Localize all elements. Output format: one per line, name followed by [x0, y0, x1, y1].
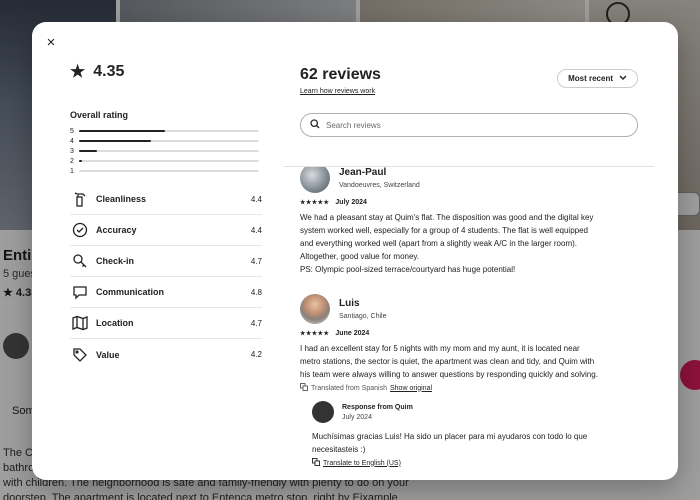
reviewer-location: Santiago, Chile — [339, 313, 387, 320]
overall-score: ★ 4.35 — [70, 62, 262, 82]
chevron-down-icon — [619, 74, 627, 83]
rating-bar-track — [79, 140, 259, 142]
spray-bottle-icon — [70, 189, 90, 209]
rating-distribution: 5 4 3 2 1 — [70, 126, 262, 176]
rating-bar-row: 5 — [70, 126, 262, 136]
reviewer-name: Luis — [339, 298, 360, 309]
reviews-modal: × ★ 4.35 Overall rating 5 4 3 2 1 Cleanlines… — [32, 22, 678, 480]
category-check-in: Check-in 4.7 — [70, 246, 262, 277]
translate-to-english-link[interactable]: Translate to English (US) — [323, 460, 401, 467]
category-label: Value — [96, 349, 120, 360]
category-value: 4.7 — [250, 256, 262, 266]
rating-bar-track — [79, 170, 259, 172]
rating-bar-row: 2 — [70, 156, 262, 166]
category-label: Communication — [96, 287, 165, 297]
reviewer-avatar[interactable] — [300, 167, 330, 193]
rating-bar-row: 4 — [70, 136, 262, 146]
check-circle-icon — [70, 220, 90, 240]
category-value: 4.7 — [250, 318, 262, 328]
review-text: We had a pleasant stay at Quim's flat. T… — [300, 213, 594, 274]
response-translate: Translate to English (US) — [312, 458, 660, 468]
review-meta: ★★★★★ July 2024 — [300, 199, 660, 206]
category-value: 4.4 — [250, 225, 262, 235]
rating-bar-track — [79, 160, 259, 162]
learn-how-reviews-work-link[interactable]: Learn how reviews work — [300, 88, 381, 95]
rating-bar-row: 1 — [70, 166, 262, 176]
rating-bar-label: 1 — [70, 167, 74, 175]
close-button[interactable]: × — [42, 34, 60, 52]
category-value: 4.8 — [250, 287, 262, 297]
star-rating: ★★★★★ — [300, 331, 330, 337]
category-cleanliness: Cleanliness 4.4 — [70, 184, 262, 215]
key-icon — [70, 251, 90, 271]
reviewer-location: Vandoeuvres, Switzerland — [339, 182, 420, 189]
reviews-panel: 62 reviews Learn how reviews work Most r… — [300, 66, 656, 137]
sort-dropdown[interactable]: Most recent — [557, 69, 638, 88]
search-input[interactable] — [326, 120, 616, 130]
price-tag-icon — [70, 345, 90, 365]
category-label: Location — [96, 318, 134, 328]
review-text: I had an excellent stay for 5 nights wit… — [300, 344, 598, 379]
category-ratings: Cleanliness 4.4 Accuracy 4.4 Check-in 4.… — [70, 184, 262, 370]
review-date: June 2024 — [335, 330, 370, 337]
translate-icon — [312, 458, 320, 468]
show-original-link[interactable]: Show original — [390, 385, 432, 392]
rating-bar-row: 3 — [70, 146, 262, 156]
star-rating: ★★★★★ — [300, 200, 330, 206]
category-location: Location 4.7 — [70, 308, 262, 339]
map-icon — [70, 313, 90, 333]
search-box[interactable] — [300, 113, 638, 137]
response-header: Response from Quim July 2024 — [312, 401, 660, 423]
rating-bar-label: 4 — [70, 137, 74, 145]
translated-from-label: Translated from Spanish — [311, 384, 387, 392]
response-text: Muchísimas gracias Luis! Ha sido un plac… — [312, 432, 588, 454]
reviewer-name: Jean-Paul — [339, 167, 387, 178]
chat-bubble-icon — [70, 282, 90, 302]
review-meta: ★★★★★ June 2024 — [300, 330, 660, 337]
star-icon: ★ — [70, 62, 86, 81]
rating-summary-panel: ★ 4.35 Overall rating 5 4 3 2 1 Cleanliness … — [70, 62, 262, 370]
category-label: Check-in — [96, 256, 135, 266]
category-communication: Communication 4.8 — [70, 277, 262, 308]
rating-bar-label: 2 — [70, 157, 74, 165]
rating-bar-track — [79, 150, 259, 152]
review-item: Luis Santiago, Chile ★★★★★ June 2024 I h… — [300, 294, 670, 468]
review-date: July 2024 — [335, 199, 367, 206]
sort-label: Most recent — [568, 74, 613, 83]
reviews-count: 62 reviews — [300, 66, 381, 83]
reviewer-avatar[interactable] — [300, 294, 330, 324]
response-date: July 2024 — [342, 413, 372, 421]
host-avatar[interactable] — [312, 401, 334, 423]
category-accuracy: Accuracy 4.4 — [70, 215, 262, 246]
rating-bar-fill — [79, 150, 97, 152]
rating-bar-fill — [79, 140, 151, 142]
translate-icon — [300, 383, 308, 393]
review-header: Luis Santiago, Chile — [300, 294, 660, 324]
rating-bar-label: 5 — [70, 127, 74, 135]
category-value: 4.2 — [250, 350, 262, 359]
rating-bar-label: 3 — [70, 147, 74, 155]
category-value: 4.4 — [250, 194, 262, 204]
rating-bar-fill — [79, 160, 82, 162]
translation-note: Translated from Spanish Show original — [300, 383, 660, 393]
category-label: Accuracy — [96, 225, 137, 235]
reviews-header: 62 reviews Learn how reviews work Most r… — [300, 66, 656, 95]
category-value: Value 4.2 — [70, 339, 262, 370]
overall-score-value: 4.35 — [93, 63, 125, 80]
rating-bar-fill — [79, 130, 166, 132]
category-label: Cleanliness — [96, 194, 147, 204]
host-response: Response from Quim July 2024 Muchísimas … — [312, 401, 660, 468]
response-title: Response from Quim — [342, 403, 413, 411]
overall-rating-label: Overall rating — [70, 110, 129, 120]
review-item: Jean-Paul Vandoeuvres, Switzerland ★★★★★… — [300, 167, 670, 276]
rating-bar-track — [79, 130, 259, 132]
review-header: Jean-Paul Vandoeuvres, Switzerland — [300, 167, 660, 193]
reviews-list[interactable]: Jean-Paul Vandoeuvres, Switzerland ★★★★★… — [300, 167, 670, 480]
search-icon — [310, 116, 320, 134]
